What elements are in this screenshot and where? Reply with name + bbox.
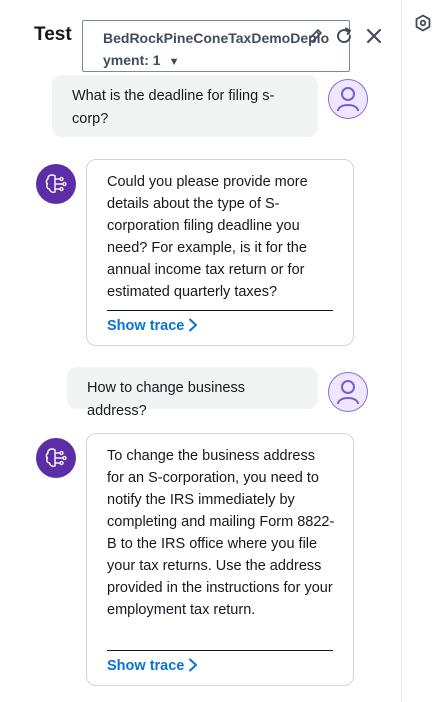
chevron-right-icon: [189, 658, 198, 672]
pencil-icon[interactable]: [307, 28, 323, 44]
right-side-strip: [401, 0, 438, 702]
refresh-icon[interactable]: [334, 26, 354, 46]
user-message: How to change business address?: [67, 367, 318, 419]
settings-hexagon-icon[interactable]: [414, 14, 432, 32]
user-message-text: How to change business address?: [87, 380, 245, 419]
bot-message-text: To change the business address for an S-…: [107, 448, 335, 618]
trace-divider: [107, 310, 333, 311]
show-trace-link[interactable]: Show trace: [107, 318, 198, 334]
bot-message-text: Could you please provide more details ab…: [107, 174, 308, 300]
agent-select-label: BedRockPineConeTaxDemoDeployment: 1: [103, 30, 330, 68]
bot-message: Could you please provide more details ab…: [86, 159, 354, 346]
brain-circuit-icon: [45, 448, 67, 468]
user-avatar-icon: [337, 87, 359, 112]
user-avatar: [328, 79, 368, 119]
user-message: What is the deadline for filing s-corp?: [52, 75, 318, 137]
user-avatar: [328, 372, 368, 412]
chevron-right-icon: [189, 318, 198, 332]
show-trace-link[interactable]: Show trace: [107, 658, 198, 674]
trace-divider: [107, 650, 333, 651]
user-message-text: What is the deadline for filing s-corp?: [72, 88, 275, 127]
user-avatar-icon: [337, 380, 359, 405]
bot-avatar: [36, 164, 76, 204]
agent-select-value: BedRockPineConeTaxDemoDeployment: 1 ▼: [103, 27, 331, 71]
brain-circuit-icon: [45, 174, 67, 194]
caret-down-icon: ▼: [168, 56, 180, 68]
show-trace-label: Show trace: [107, 658, 185, 674]
panel-title: Test: [34, 24, 72, 45]
test-panel: Test BedRockPineConeTaxDemoDeployment: 1…: [0, 0, 438, 702]
bot-message: To change the business address for an S-…: [86, 433, 354, 686]
show-trace-label: Show trace: [107, 318, 185, 334]
bot-avatar: [36, 438, 76, 478]
close-icon[interactable]: [364, 26, 384, 46]
